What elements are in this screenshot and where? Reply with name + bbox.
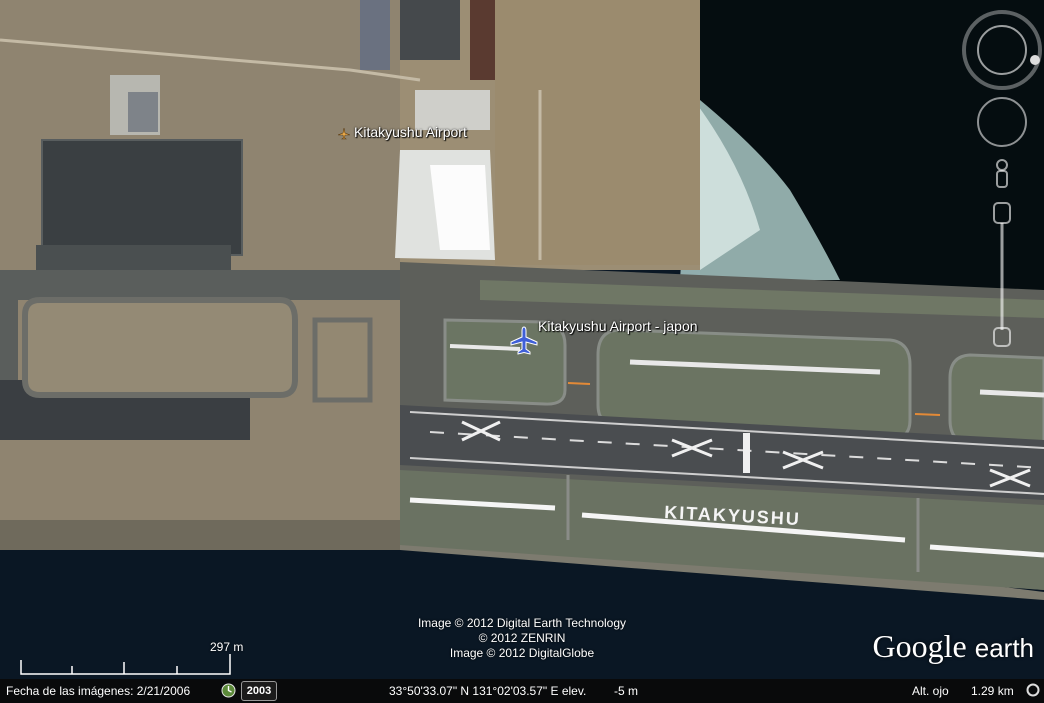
logo-earth: earth [974, 633, 1034, 663]
zoom-slider-icon[interactable] [993, 202, 1011, 347]
streaming-indicator-icon [1026, 683, 1040, 700]
navigation-controls[interactable] [960, 10, 1044, 355]
eye-altitude-value: 1.29 km [971, 684, 1014, 698]
pegman-icon[interactable] [996, 159, 1008, 188]
status-bar: Fecha de las imágenes: 2/21/2006 2003 33… [0, 679, 1044, 703]
airport-place-label[interactable]: Kitakyushu Airport [354, 124, 467, 140]
scale-bar [20, 654, 231, 675]
look-control-icon[interactable] [977, 97, 1027, 147]
credit-line: © 2012 ZENRIN [478, 631, 566, 645]
airplane-icon[interactable] [509, 325, 539, 355]
credit-line: Image © 2012 DigitalGlobe [449, 646, 595, 660]
coordinates: 33°50'33.07" N 131°02'03.57" E elev. [389, 684, 587, 698]
airport-icon[interactable] [337, 127, 351, 140]
clock-icon[interactable] [221, 683, 236, 701]
elevation: -5 m [614, 684, 638, 698]
airport-pin-label[interactable]: Kitakyushu Airport - japon [538, 318, 698, 334]
historical-year-button[interactable]: 2003 [241, 681, 277, 701]
imagery-credits: Image © 2012 Digital Earth Technology © … [392, 616, 652, 661]
imagery-date: Fecha de las imágenes: 2/21/2006 [6, 684, 191, 698]
eye-altitude-label: Alt. ojo [912, 684, 949, 698]
google-earth-logo: Google earth [873, 628, 1034, 665]
logo-google: Google [872, 628, 967, 664]
credit-line: Image © 2012 Digital Earth Technology [417, 616, 627, 630]
compass-icon[interactable] [962, 10, 1042, 90]
